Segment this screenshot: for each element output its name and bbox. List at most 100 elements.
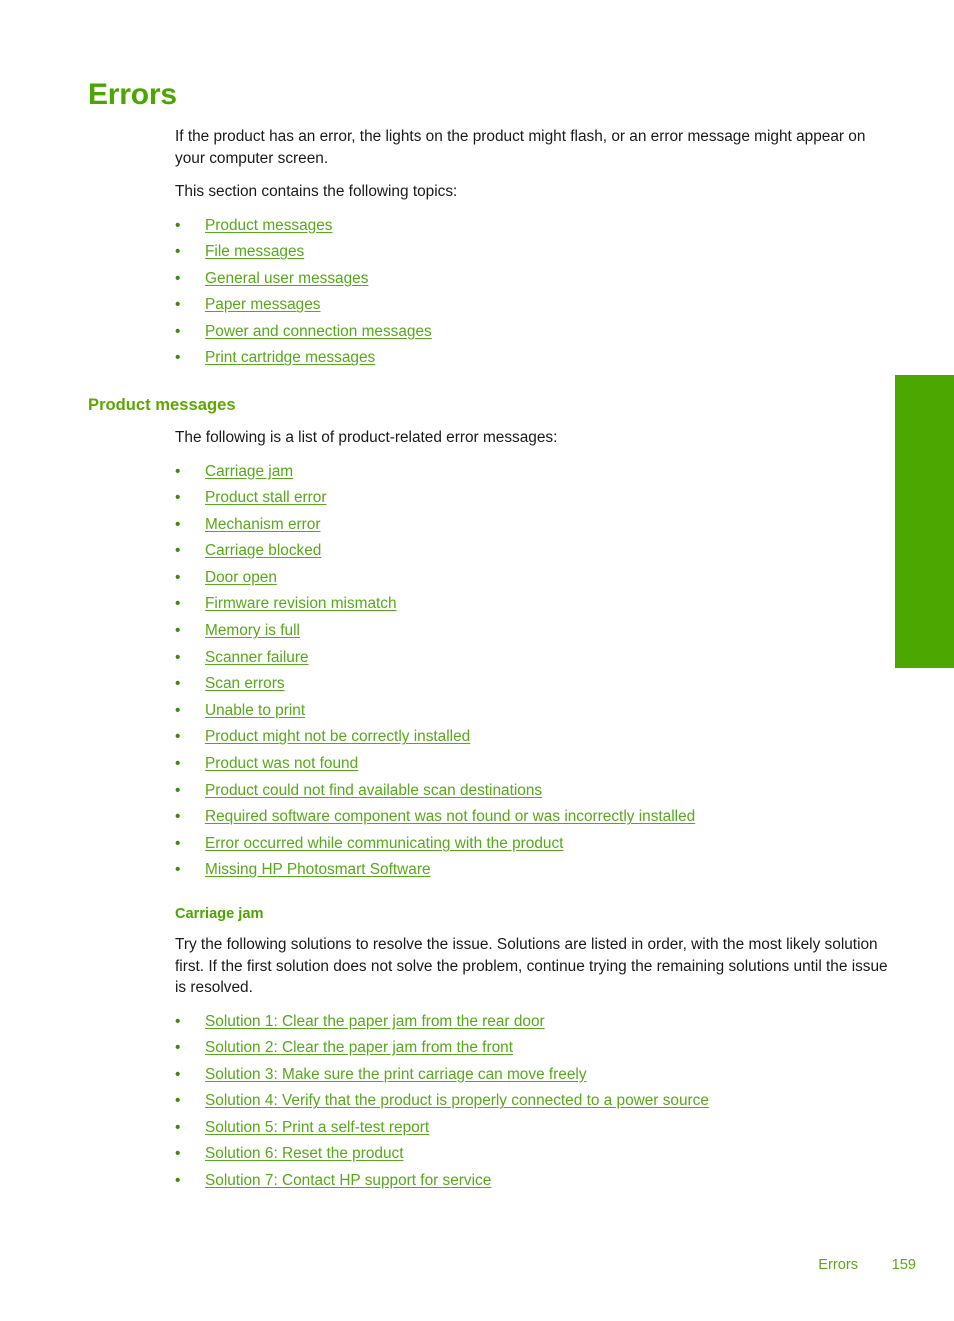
- bullet-icon: •: [175, 1012, 181, 1030]
- product-message-link[interactable]: Carriage blocked: [205, 542, 321, 559]
- bullet-icon: •: [175, 1065, 181, 1083]
- bullet-icon: •: [175, 322, 181, 340]
- product-message-link[interactable]: Missing HP Photosmart Software: [205, 861, 431, 878]
- bullet-icon: •: [175, 1092, 181, 1110]
- list-item: • Missing HP Photosmart Software: [175, 857, 889, 884]
- topic-link[interactable]: Power and connection messages: [205, 323, 432, 340]
- product-message-link[interactable]: Door open: [205, 569, 277, 586]
- product-message-link[interactable]: Product was not found: [205, 755, 358, 772]
- product-message-link[interactable]: Required software component was not foun…: [205, 808, 695, 825]
- intro-paragraph-2: This section contains the following topi…: [175, 183, 458, 200]
- bullet-icon: •: [175, 515, 181, 533]
- list-item: • Power and connection messages: [175, 319, 889, 346]
- list-item: • Solution 1: Clear the paper jam from th…: [175, 1009, 889, 1036]
- product-message-link[interactable]: Scanner failure: [205, 649, 309, 666]
- list-item: • Unable to print: [175, 698, 889, 725]
- list-item: • File messages: [175, 239, 889, 266]
- bullet-icon: •: [175, 675, 181, 693]
- list-item: • Carriage jam: [175, 459, 889, 486]
- product-message-link[interactable]: Mechanism error: [205, 516, 320, 533]
- bullet-icon: •: [175, 595, 181, 613]
- product-message-link[interactable]: Product stall error: [205, 489, 326, 506]
- list-item: • Solution 7: Contact HP support for serv…: [175, 1168, 889, 1195]
- topic-link[interactable]: Print cartridge messages: [205, 349, 375, 366]
- solution-link[interactable]: Solution 6: Reset the product: [205, 1145, 404, 1162]
- topic-link[interactable]: File messages: [205, 243, 304, 260]
- topics-list: • Product messages • File messages • General …: [175, 213, 889, 373]
- bullet-icon: •: [175, 648, 181, 666]
- product-message-link[interactable]: Unable to print: [205, 702, 305, 719]
- bullet-icon: •: [175, 808, 181, 826]
- solution-link[interactable]: Solution 5: Print a self-test report: [205, 1119, 429, 1136]
- bullet-icon: •: [175, 462, 181, 480]
- list-item: • Product was not found: [175, 751, 889, 778]
- bullet-icon: •: [175, 781, 181, 799]
- bullet-icon: •: [175, 269, 181, 287]
- list-item: • Error occurred while communicating with…: [175, 831, 889, 858]
- carriage-jam-solutions-list: • Solution 1: Clear the paper jam from th…: [175, 1009, 889, 1195]
- list-item: • Print cartridge messages: [175, 345, 889, 372]
- footer-page-number: 159: [891, 1257, 916, 1273]
- product-message-link[interactable]: Product might not be correctly installed: [205, 728, 470, 745]
- list-item: • Scan errors: [175, 671, 889, 698]
- list-item: • Door open: [175, 565, 889, 592]
- side-tab-troubleshooting: Troubleshooting: [879, 375, 954, 668]
- bullet-icon: •: [175, 542, 181, 560]
- bullet-icon: •: [175, 728, 181, 746]
- bullet-icon: •: [175, 296, 181, 314]
- solution-link[interactable]: Solution 3: Make sure the print carriage…: [205, 1066, 587, 1083]
- bullet-icon: •: [175, 1145, 181, 1163]
- product-messages-list: • Carriage jam • Product stall error • Mechan…: [175, 459, 889, 885]
- bullet-icon: •: [175, 1118, 181, 1136]
- list-item: • Paper messages: [175, 292, 889, 319]
- list-item: • Scanner failure: [175, 645, 889, 672]
- bullet-icon: •: [175, 755, 181, 773]
- page-footer: Errors 159: [0, 1257, 954, 1281]
- product-message-link[interactable]: Error occurred while communicating with …: [205, 835, 563, 852]
- carriage-jam-block: Carriage jam Try the following solutions…: [175, 906, 889, 1195]
- product-message-link[interactable]: Firmware revision mismatch: [205, 595, 397, 612]
- section-heading-product-messages: Product messages: [88, 395, 236, 414]
- topic-link[interactable]: Product messages: [205, 217, 332, 234]
- product-messages-block: The following is a list of product-relat…: [175, 427, 889, 884]
- product-messages-intro: The following is a list of product-relat…: [175, 429, 558, 446]
- list-item: • Memory is full: [175, 618, 889, 645]
- bullet-icon: •: [175, 568, 181, 586]
- product-message-link[interactable]: Memory is full: [205, 622, 300, 639]
- list-item: • Product might not be correctly installe…: [175, 724, 889, 751]
- product-message-link[interactable]: Carriage jam: [205, 463, 293, 480]
- list-item: • Mechanism error: [175, 512, 889, 539]
- list-item: • Solution 5: Print a self-test report: [175, 1115, 889, 1142]
- list-item: • General user messages: [175, 266, 889, 293]
- bullet-icon: •: [175, 861, 181, 879]
- product-message-link[interactable]: Product could not find available scan de…: [205, 782, 542, 799]
- side-tab-label: Troubleshooting: [879, 533, 895, 650]
- carriage-jam-intro: Try the following solutions to resolve t…: [175, 936, 888, 996]
- bullet-icon: •: [175, 349, 181, 367]
- bullet-icon: •: [175, 1172, 181, 1190]
- footer-chapter-label: Errors: [818, 1257, 858, 1273]
- bullet-icon: •: [175, 834, 181, 852]
- list-item: • Required software component was not fou…: [175, 804, 889, 831]
- list-item: • Product could not find available scan d…: [175, 778, 889, 805]
- list-item: • Solution 3: Make sure the print carriag…: [175, 1062, 889, 1089]
- solution-link[interactable]: Solution 7: Contact HP support for servi…: [205, 1172, 491, 1189]
- page-title: Errors: [88, 78, 177, 111]
- solution-link[interactable]: Solution 4: Verify that the product is p…: [205, 1092, 709, 1109]
- bullet-icon: •: [175, 622, 181, 640]
- document-page: Errors If the product has an error, the …: [0, 0, 954, 1321]
- bullet-icon: •: [175, 1039, 181, 1057]
- list-item: • Solution 6: Reset the product: [175, 1141, 889, 1168]
- solution-link[interactable]: Solution 1: Clear the paper jam from the…: [205, 1013, 545, 1030]
- product-message-link[interactable]: Scan errors: [205, 675, 285, 692]
- list-item: • Product messages: [175, 213, 889, 240]
- list-item: • Solution 2: Clear the paper jam from th…: [175, 1035, 889, 1062]
- list-item: • Solution 4: Verify that the product is …: [175, 1088, 889, 1115]
- topic-link[interactable]: General user messages: [205, 270, 368, 287]
- list-item: • Product stall error: [175, 485, 889, 512]
- bullet-icon: •: [175, 243, 181, 261]
- solution-link[interactable]: Solution 2: Clear the paper jam from the…: [205, 1039, 513, 1056]
- bullet-icon: •: [175, 701, 181, 719]
- topic-link[interactable]: Paper messages: [205, 296, 321, 313]
- intro-block: If the product has an error, the lights …: [175, 126, 889, 372]
